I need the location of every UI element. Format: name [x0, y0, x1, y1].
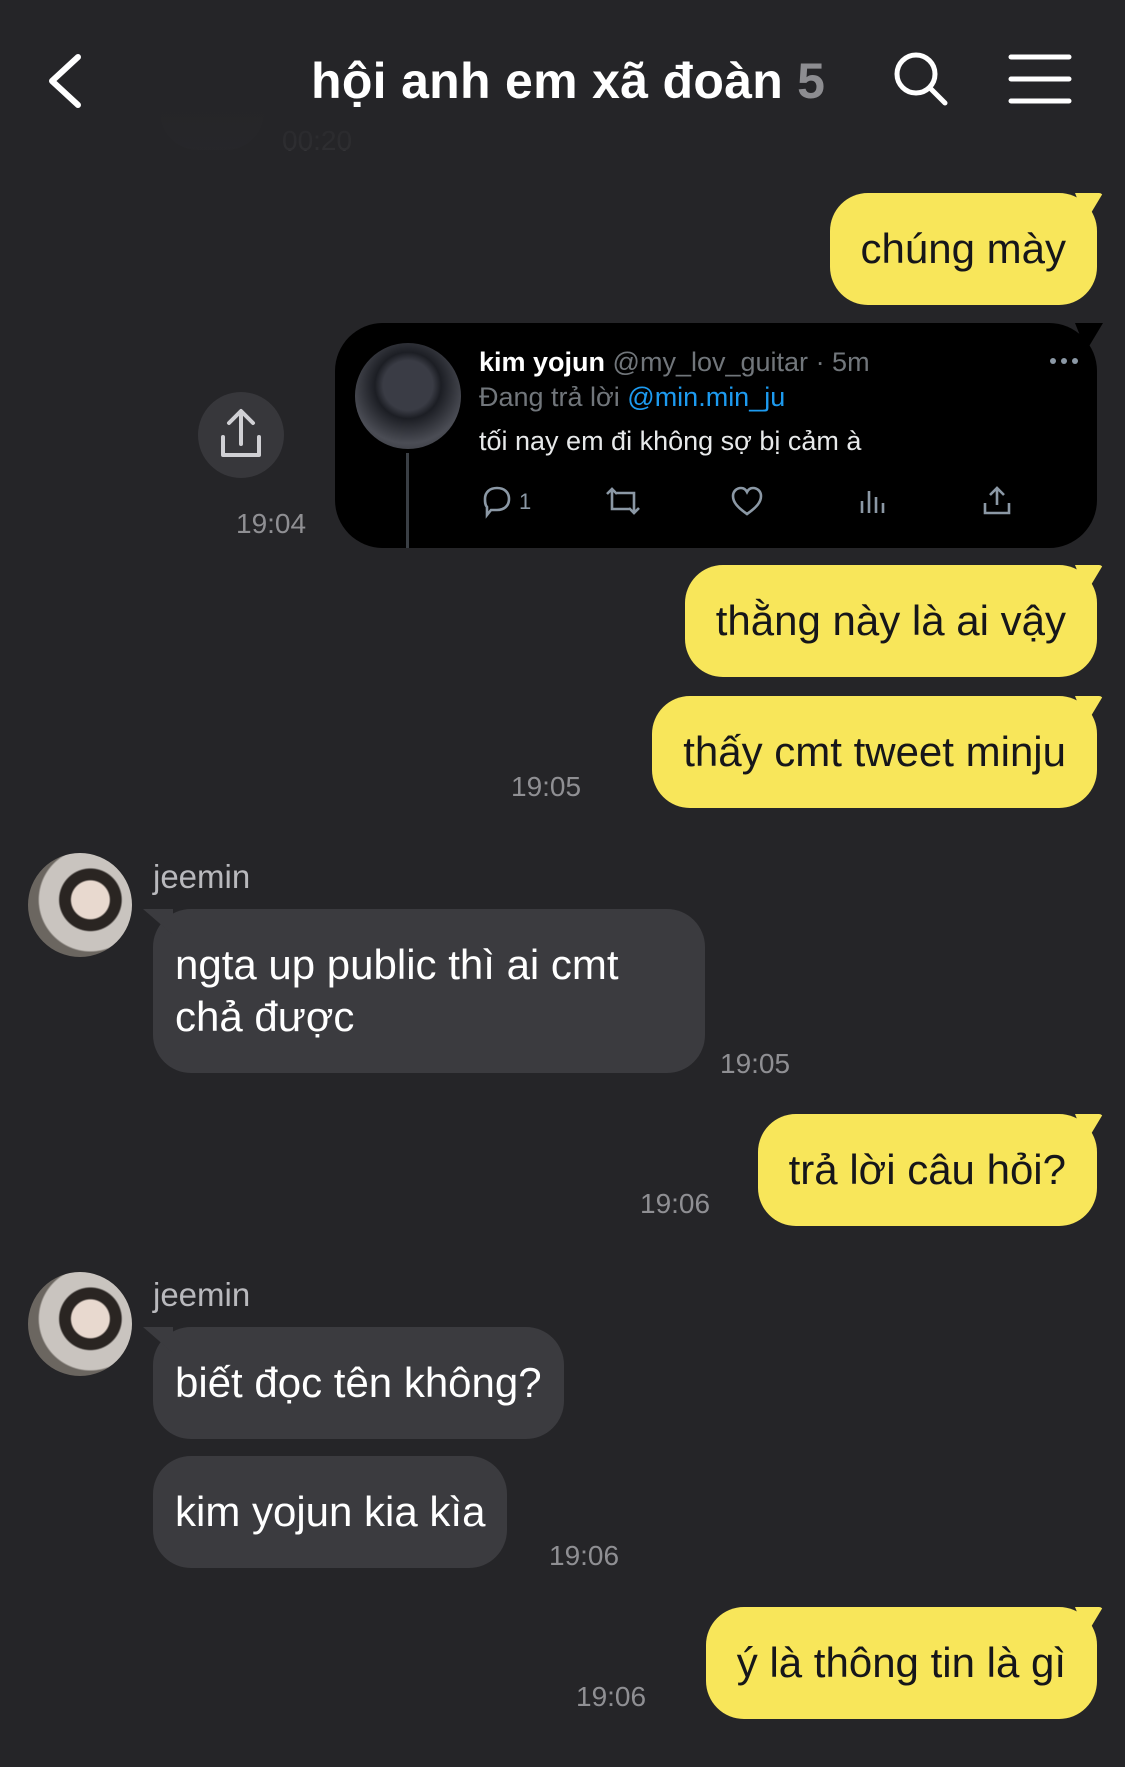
retweet-icon [606, 487, 640, 515]
sender-name: jeemin [153, 1276, 251, 1313]
tweet-age: · 5m [815, 347, 870, 377]
tweet-more-icon[interactable] [1049, 353, 1079, 364]
tweet-text: tối nay em đi không sợ bị cảm à [479, 426, 862, 456]
message-bubble-outgoing[interactable]: thấy cmt tweet minju [652, 696, 1097, 808]
reply-action[interactable]: 1 [479, 483, 539, 523]
tweet-actions: 1 [479, 483, 1069, 523]
back-button[interactable] [40, 45, 100, 115]
replying-to-link[interactable]: @min.min_ju [627, 382, 785, 412]
upload-icon [983, 486, 1011, 515]
member-count: 5 [797, 53, 826, 109]
message-text: trả lời câu hỏi? [788, 1146, 1066, 1193]
analytics-icon [860, 491, 885, 513]
message-time: 19:06 [576, 1681, 647, 1712]
message-bubble-outgoing[interactable]: trả lời câu hỏi? [757, 1114, 1097, 1226]
message-bubble-incoming[interactable]: biết đọc tên không? [153, 1327, 564, 1439]
message-text: thấy cmt tweet minju [683, 728, 1066, 775]
chat-title-text: hội anh em xã đoàn [311, 53, 784, 109]
search-button[interactable] [890, 48, 950, 108]
tweet-avatar[interactable] [355, 343, 461, 449]
message-time: 19:06 [549, 1540, 620, 1571]
message-time: 19:05 [720, 1048, 791, 1079]
message-time: 19:05 [511, 771, 582, 802]
message-time: 19:06 [640, 1188, 711, 1219]
replying-prefix: Đang trả lời [479, 382, 620, 412]
chat-title: hội anh em xã đoàn 5 [311, 52, 825, 110]
thread-line [406, 453, 409, 548]
tweet-replying: Đang trả lời @min.min_ju [479, 382, 785, 413]
chevron-left-icon [49, 54, 81, 108]
heart-icon [731, 486, 763, 516]
message-text: chúng mày [860, 225, 1066, 272]
message-bubble-outgoing[interactable]: thằng này là ai vậy [684, 565, 1097, 677]
message-bubble-incoming[interactable]: ngta up public thì ai cmt chả được [153, 909, 705, 1073]
message-text: thằng này là ai vậy [715, 597, 1066, 644]
avatar-jeemin[interactable] [28, 1272, 132, 1376]
tweet-share-action[interactable] [979, 483, 1015, 524]
avatar-jeemin[interactable] [28, 853, 132, 957]
message-bubble-outgoing[interactable]: chúng mày [829, 193, 1097, 305]
message-text: kim yojun kia kìa [175, 1488, 486, 1535]
message-bubble-incoming[interactable]: kim yojun kia kìa [153, 1456, 508, 1568]
like-action[interactable] [729, 483, 765, 524]
tweet-display-name[interactable]: kim yojun [479, 347, 605, 377]
message-text: ý là thông tin là gì [736, 1639, 1066, 1686]
search-icon [894, 52, 948, 106]
message-time: 19:04 [236, 508, 307, 539]
tweet-header: kim yojun @my_lov_guitar · 5m [479, 347, 870, 378]
sender-name: jeemin [153, 858, 251, 895]
message-text: ngta up public thì ai cmt chả được [175, 941, 619, 1040]
tweet-card[interactable]: kim yojun @my_lov_guitar · 5m Đang trả l… [335, 323, 1097, 548]
share-button[interactable] [198, 392, 284, 478]
tweet-handle[interactable]: @my_lov_guitar [613, 347, 809, 377]
message-text: biết đọc tên không? [175, 1359, 542, 1406]
share-icon [221, 409, 261, 457]
reply-count: 1 [519, 489, 532, 514]
menu-icon [1008, 54, 1072, 104]
menu-button[interactable] [1008, 52, 1072, 106]
retweet-action[interactable] [603, 483, 643, 524]
message-bubble-outgoing[interactable]: ý là thông tin là gì [705, 1607, 1097, 1719]
analytics-action[interactable] [854, 483, 890, 524]
reply-icon [483, 486, 511, 519]
